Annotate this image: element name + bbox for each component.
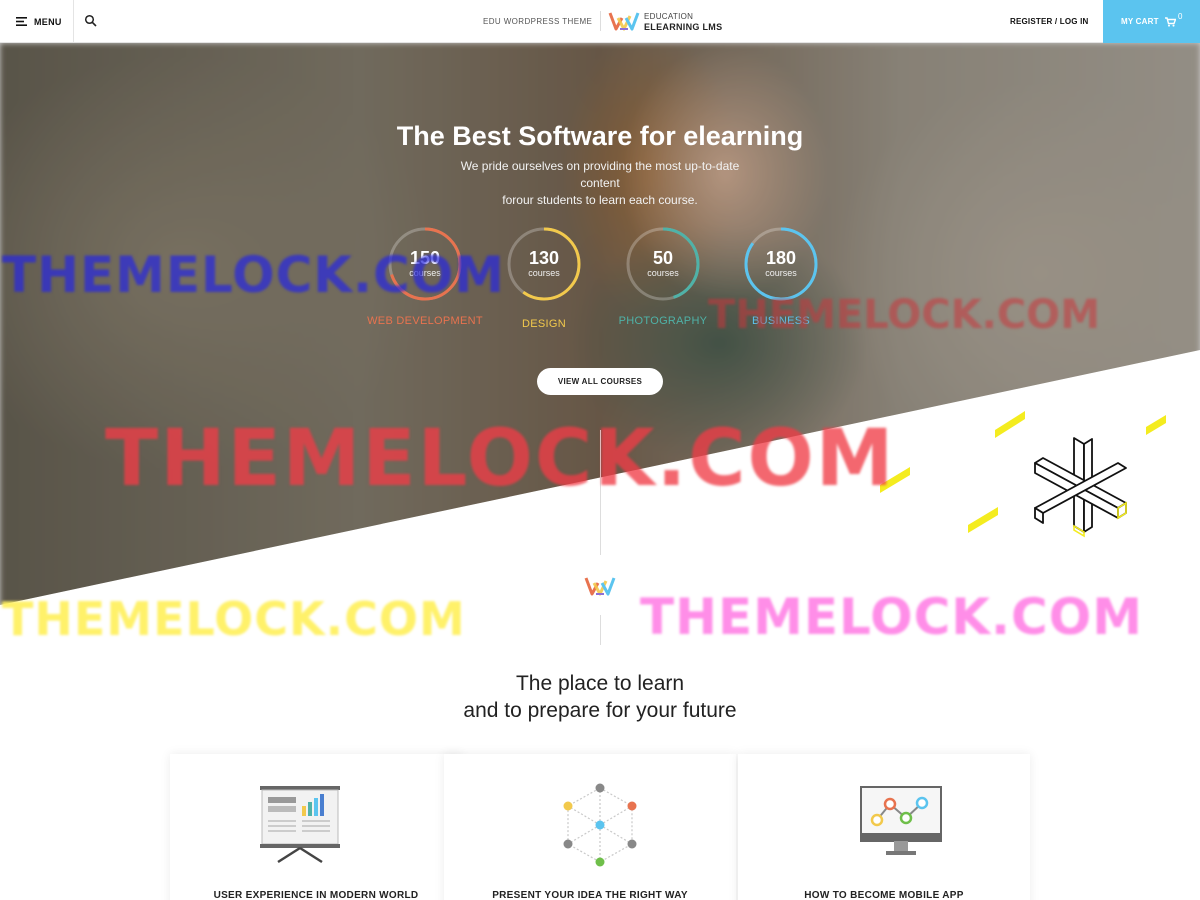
network-cube-icon: [563, 783, 637, 867]
section-title-line-2: and to prepare for your future: [463, 699, 737, 722]
center-divider-line: [600, 430, 601, 555]
logo-text-bottom: ELEARNING LMS: [644, 22, 723, 32]
stat-value: 180: [765, 248, 797, 268]
geometric-star-decoration-icon: [880, 411, 1166, 538]
logo-divider: [600, 11, 601, 31]
my-cart-button[interactable]: MY CART 0: [1103, 0, 1200, 43]
hero-subtitle-line-1: We pride ourselves on providing the most…: [460, 159, 740, 190]
stat-value: 150: [409, 248, 441, 268]
feature-card[interactable]: PRESENT YOUR IDEA THE RIGHT WAY: [444, 754, 736, 900]
stat-unit: courses: [409, 268, 441, 278]
stat-category: DESIGN: [522, 318, 566, 330]
cart-label: MY CART: [1121, 17, 1159, 26]
stat-web-development[interactable]: 150 courses WEB DEVELOPMENT: [360, 226, 490, 346]
card-title: HOW TO BECOME MOBILE APP: [804, 890, 964, 900]
card-title: PRESENT YOUR IDEA THE RIGHT WAY: [492, 890, 688, 900]
feature-card[interactable]: HOW TO BECOME MOBILE APP: [738, 754, 1030, 900]
hero-subtitle: We pride ourselves on providing the most…: [440, 158, 760, 209]
hero-title: The Best Software for elearning: [396, 121, 804, 151]
feature-card[interactable]: USER EXPERIENCE IN MODERN WORLD: [170, 754, 462, 900]
hamburger-icon: [16, 17, 27, 26]
stat-unit: courses: [765, 268, 797, 278]
stat-category: BUSINESS: [751, 315, 811, 327]
stat-value: 130: [528, 248, 560, 268]
stat-photography[interactable]: 50 courses PHOTOGRAPHY: [598, 226, 728, 346]
logo-text-top: EDUCATION: [644, 12, 694, 21]
logo-text[interactable]: EDUCATION ELEARNING LMS: [644, 11, 722, 33]
menu-button[interactable]: MENU: [0, 0, 74, 43]
section-title-line-1: The place to learn: [515, 672, 685, 695]
stat-design[interactable]: 130 courses DESIGN: [479, 226, 609, 346]
watermark-text: THEMELOCK.COM: [2, 592, 466, 646]
center-divider-line: [600, 615, 601, 645]
stat-unit: courses: [528, 268, 560, 278]
stat-value: 50: [652, 248, 674, 268]
stat-category: WEB DEVELOPMENT: [367, 315, 483, 327]
view-all-courses-button[interactable]: VIEW ALL COURSES: [537, 368, 663, 395]
elearning-logo-icon: [584, 577, 616, 596]
shopping-cart-icon: [1164, 16, 1176, 27]
card-title: USER EXPERIENCE IN MODERN WORLD: [213, 890, 419, 900]
monitor-chart-icon: [860, 786, 942, 855]
register-login-link[interactable]: REGISTER / LOG IN: [1010, 17, 1089, 26]
stat-category: PHOTOGRAPHY: [618, 315, 708, 327]
stat-business[interactable]: 180 courses BUSINESS: [716, 226, 846, 346]
stat-unit: courses: [647, 268, 679, 278]
section-title: The place to learn and to prepare for yo…: [0, 670, 1200, 724]
elearning-logo-icon[interactable]: [608, 10, 640, 32]
menu-label: MENU: [34, 16, 62, 27]
header-tagline: EDU WORDPRESS THEME: [483, 17, 593, 26]
hero-subtitle-line-2: forour students to learn each course.: [502, 193, 698, 207]
watermark-text: THEMELOCK.COM: [640, 588, 1143, 646]
presentation-board-icon: [260, 786, 340, 864]
cart-count-badge: 0: [1178, 12, 1183, 21]
site-header: MENU EDU WORDPRESS THEME EDUCATION ELEAR…: [0, 0, 1200, 43]
search-icon[interactable]: [84, 14, 98, 28]
